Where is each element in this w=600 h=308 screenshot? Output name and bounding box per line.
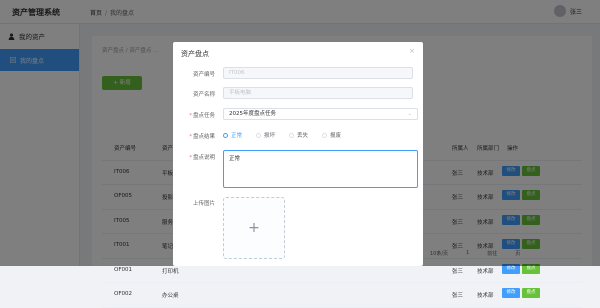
inventory-dialog: 资产盘点 × 资产编号 IT006 资产名称 平板电脑 *盘点任务 2025年度… [173, 42, 423, 266]
note-label: *盘点说明 [189, 155, 215, 161]
cell-code: OF002 [114, 291, 132, 297]
radio-scrapped[interactable]: 报废 [322, 131, 341, 139]
dialog-title: 资产盘点 [181, 50, 209, 58]
cell-owner: 张三 [452, 293, 464, 299]
note-textarea[interactable]: 正常 [223, 150, 418, 188]
radio-circle [223, 132, 228, 138]
cell-dept: 技术部 [477, 268, 494, 275]
check-button[interactable]: 盘点 [522, 288, 540, 298]
table-row: OF002 办公桌 张三 技术部 修改 盘点 [102, 283, 582, 308]
required-mark: * [189, 134, 192, 140]
radio-circle [256, 132, 262, 138]
task-select-value: 2025年度盘点任务 [229, 111, 276, 117]
asset-name-label: 资产名称 [192, 92, 215, 98]
cell-dept: 技术部 [477, 293, 494, 299]
image-label: 上传图片 [192, 201, 215, 207]
plus-icon: + [248, 220, 260, 236]
task-label: *盘点任务 [189, 113, 215, 119]
cell-code: OF001 [114, 266, 132, 273]
required-mark: * [189, 155, 192, 161]
required-mark: * [189, 113, 192, 119]
radio-damaged[interactable]: 损坏 [256, 131, 275, 139]
radio-circle [289, 132, 295, 138]
radio-lost[interactable]: 丢失 [289, 131, 308, 139]
asset-code-input: IT006 [223, 67, 413, 79]
cell-name: 打印机 [162, 268, 179, 275]
asset-code-label: 资产编号 [192, 72, 215, 78]
result-label: *盘点结果 [189, 134, 215, 140]
cell-name: 办公桌 [162, 293, 179, 299]
radio-circle [322, 132, 328, 138]
edit-button[interactable]: 修改 [502, 288, 520, 298]
result-radio-group: 正常 损坏 丢失 报废 [223, 131, 341, 139]
row-actions: 修改盘点 [502, 288, 540, 298]
asset-name-input: 平板电脑 [223, 87, 413, 99]
radio-normal[interactable]: 正常 [223, 131, 242, 139]
task-select[interactable]: 2025年度盘点任务 ⌄ [223, 108, 418, 120]
image-upload[interactable]: + [223, 197, 285, 259]
chevron-down-icon: ⌄ [407, 111, 412, 117]
cell-owner: 张三 [452, 268, 464, 275]
close-icon[interactable]: × [409, 47, 415, 55]
